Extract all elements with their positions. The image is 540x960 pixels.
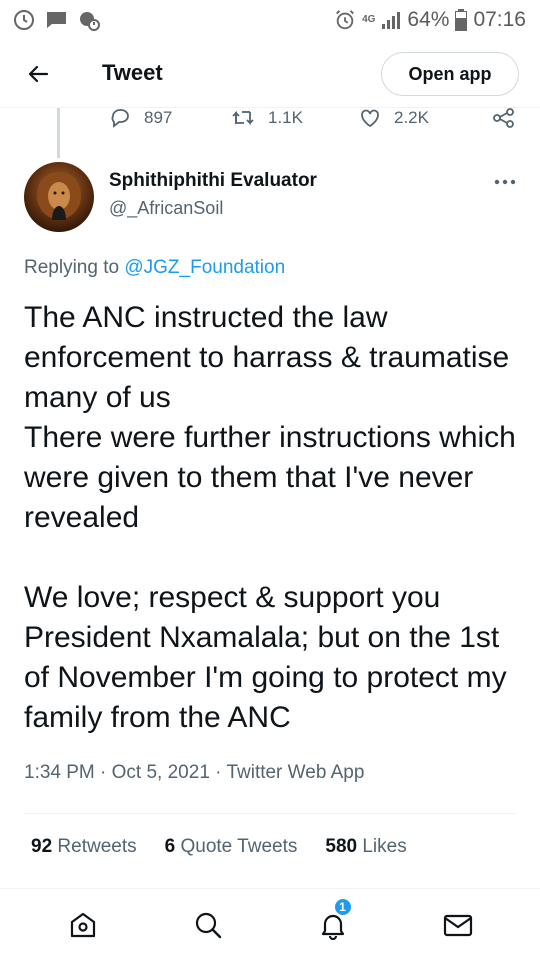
more-options-button[interactable] <box>490 172 520 192</box>
parent-like-button[interactable]: 2.2K <box>358 106 429 130</box>
retweets-stat[interactable]: 92 Retweets <box>31 836 137 858</box>
parent-reply-count: 897 <box>144 108 173 127</box>
arrow-left-icon <box>28 65 49 83</box>
battery-percent: 64% <box>407 8 450 31</box>
tweet-stats: 92 Retweets 6 Quote Tweets 580 Likes <box>31 836 407 858</box>
author-display-name[interactable]: Sphithiphithi Evaluator <box>109 170 317 192</box>
thread-connector-line <box>57 108 60 158</box>
open-app-button[interactable]: Open app <box>381 52 519 96</box>
reply-icon <box>111 109 129 128</box>
quote-tweets-count: 6 <box>164 836 176 857</box>
heart-icon <box>361 109 379 128</box>
quote-tweets-label: Quote Tweets <box>180 836 298 857</box>
clock-time: 07:16 <box>473 8 526 31</box>
quote-tweets-stat[interactable]: 6 Quote Tweets <box>165 836 298 858</box>
page-title: Tweet <box>102 60 163 85</box>
replying-to-link[interactable]: @JGZ_Foundation <box>124 257 285 278</box>
author-handle[interactable]: @_AfricanSoil <box>109 198 223 219</box>
alarm-icon <box>12 8 36 32</box>
tweet-source-app[interactable]: Twitter Web App <box>226 762 364 783</box>
status-bar-right: 4G 64% 07:16 <box>334 8 526 32</box>
bottom-navigation: 1 <box>0 888 540 960</box>
tweet-date[interactable]: Oct 5, 2021 <box>112 762 210 783</box>
tweet-body: The ANC instructed the law enforcement t… <box>24 298 524 738</box>
home-icon <box>70 912 95 937</box>
share-icon <box>493 108 514 128</box>
top-app-bar: Tweet Open app <box>0 40 540 108</box>
notifications-badge: 1 <box>332 896 353 917</box>
likes-stat[interactable]: 580 Likes <box>325 836 406 858</box>
tweet-time[interactable]: 1:34 PM <box>24 762 95 783</box>
meta-separator: · <box>215 762 222 783</box>
tweet-text-paragraph: We love; respect & support you President… <box>24 581 507 734</box>
status-bar: 4G 64% 07:16 <box>0 0 540 40</box>
retweet-icon <box>232 110 254 126</box>
meta-separator: · <box>100 762 107 783</box>
nav-messages-button[interactable] <box>438 905 478 945</box>
signal-icon <box>381 10 401 30</box>
more-dots-icon <box>494 179 516 185</box>
network-type-label: 4G <box>362 14 376 25</box>
chat-icon <box>44 9 68 31</box>
nav-notifications-button[interactable]: 1 <box>313 896 353 945</box>
author-avatar[interactable] <box>24 162 94 232</box>
parent-tweet-action-bar: 897 1.1K 2.2K <box>108 104 528 132</box>
back-button[interactable] <box>22 58 54 90</box>
status-bar-left <box>12 8 100 32</box>
mail-icon <box>443 914 472 936</box>
divider <box>24 813 516 814</box>
nav-search-button[interactable] <box>188 905 228 945</box>
retweets-count: 92 <box>31 836 53 857</box>
alarm-clock-icon <box>334 9 356 31</box>
nav-home-button[interactable] <box>63 905 103 945</box>
parent-share-button[interactable] <box>492 106 516 130</box>
tweet-text-paragraph: The ANC instructed the law enforcement t… <box>24 301 516 534</box>
parent-retweet-count: 1.1K <box>268 108 303 127</box>
parent-retweet-button[interactable]: 1.1K <box>230 106 303 130</box>
replying-to-prefix: Replying to <box>24 257 120 278</box>
likes-label: Likes <box>362 836 407 857</box>
retweets-label: Retweets <box>57 836 137 857</box>
likes-count: 580 <box>325 836 358 857</box>
parent-reply-button[interactable]: 897 <box>108 106 172 130</box>
tweet-meta: 1:34 PM · Oct 5, 2021 · Twitter Web App <box>24 762 364 784</box>
parent-like-count: 2.2K <box>394 108 429 127</box>
battery-icon <box>455 9 468 31</box>
settings-notification-icon <box>76 8 100 32</box>
search-icon <box>195 912 221 938</box>
replying-to-line: Replying to @JGZ_Foundation <box>24 257 285 279</box>
